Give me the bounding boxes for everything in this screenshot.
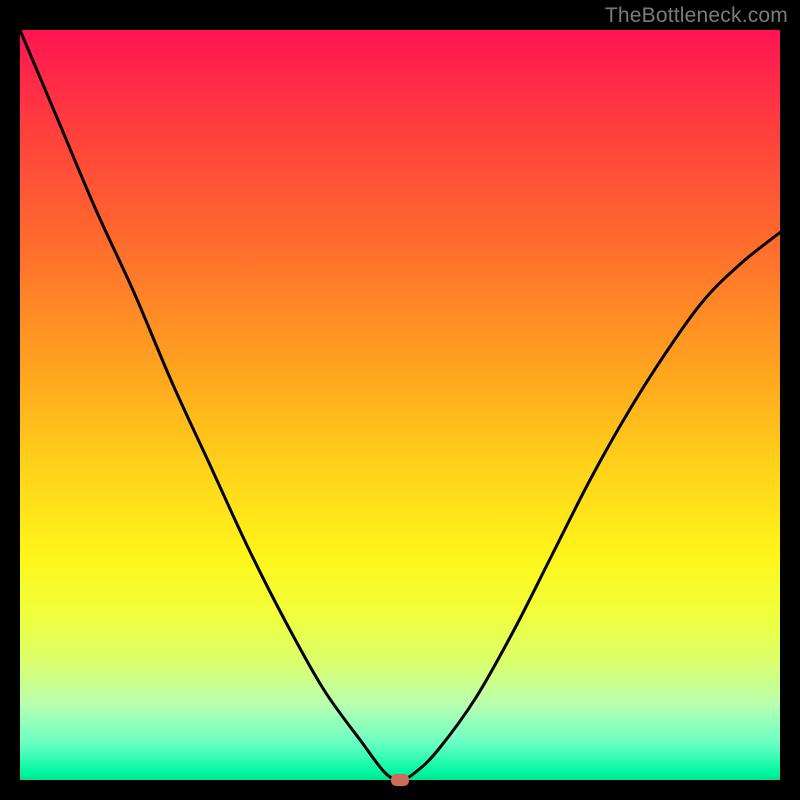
site-watermark: TheBottleneck.com xyxy=(605,4,788,28)
curve-path xyxy=(20,30,780,780)
optimal-point-marker xyxy=(391,774,409,786)
bottleneck-curve xyxy=(20,30,780,780)
plot-area xyxy=(20,30,780,780)
chart-frame: TheBottleneck.com xyxy=(0,0,800,800)
